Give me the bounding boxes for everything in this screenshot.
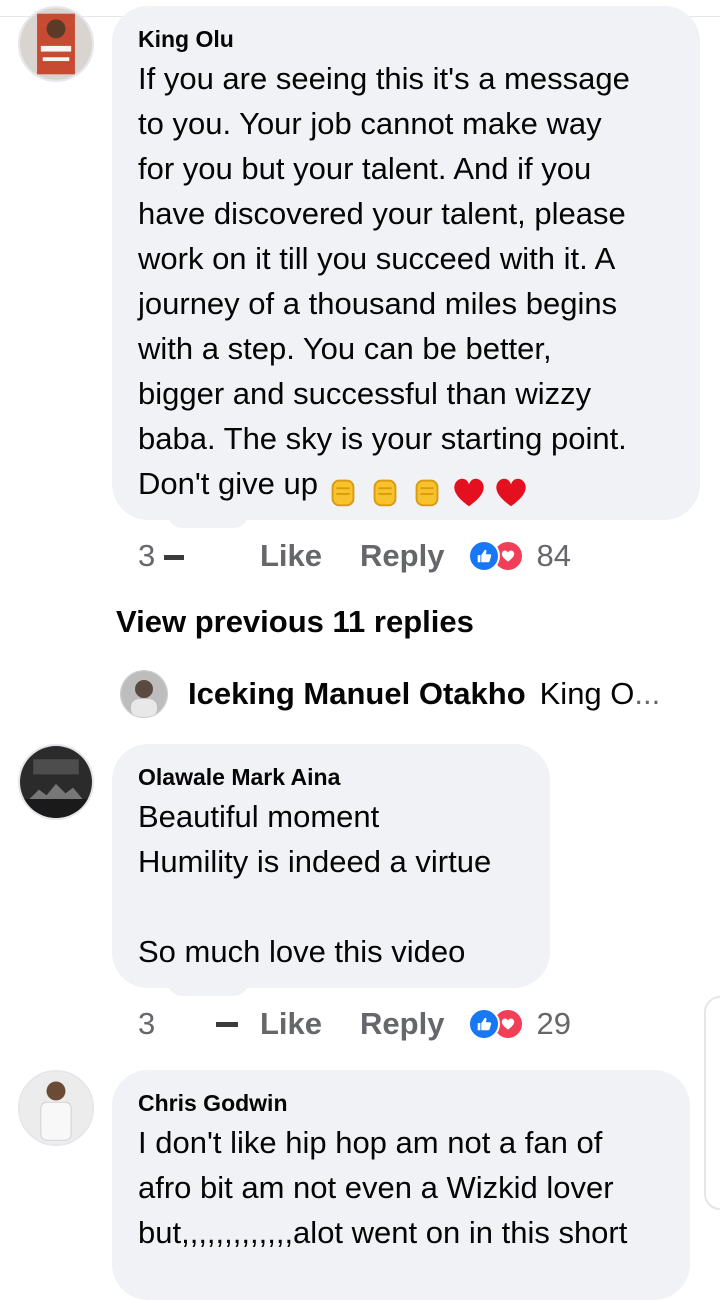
avatar-olawale-mark-aina[interactable] bbox=[18, 744, 94, 820]
side-panel-handle[interactable] bbox=[704, 996, 720, 1210]
red-heart-icon bbox=[454, 478, 484, 507]
avatar-image bbox=[20, 1072, 92, 1144]
reply-dash-icon bbox=[216, 1021, 238, 1027]
comment-text: I don't like hip hop am not a fan of afr… bbox=[138, 1125, 628, 1250]
reply-dash-icon bbox=[163, 555, 184, 561]
comment-author[interactable]: King Olu bbox=[138, 24, 674, 54]
like-button[interactable]: Like bbox=[260, 538, 322, 574]
reaction-count: 84 bbox=[536, 538, 571, 573]
reply-count[interactable]: 3 bbox=[138, 538, 198, 574]
raised-fist-icon bbox=[331, 479, 355, 507]
raised-fist-icon bbox=[373, 479, 397, 507]
bubble-tail bbox=[168, 514, 248, 528]
comment-text: Beautiful moment Humility is indeed a vi… bbox=[138, 799, 492, 969]
reply-preview-snippet: King O bbox=[539, 676, 635, 711]
red-heart-icon bbox=[496, 478, 526, 507]
emoji-row bbox=[324, 467, 534, 512]
comment-bubble: Chris Godwin I don't like hip hop am not… bbox=[112, 1070, 690, 1300]
comment-bubble: Olawale Mark Aina Beautiful moment Humil… bbox=[112, 744, 550, 988]
reply-button[interactable]: Reply bbox=[360, 538, 444, 574]
reply-preview-author: Iceking Manuel Otakho bbox=[188, 676, 526, 711]
avatar-iceking bbox=[120, 670, 168, 718]
comment-text: If you are seeing this it's a message to… bbox=[138, 56, 674, 512]
reply-button[interactable]: Reply bbox=[360, 1006, 444, 1042]
comment-actions: 3 Like Reply 84 bbox=[138, 536, 571, 576]
reactions-summary[interactable]: 84 bbox=[468, 538, 571, 574]
bubble-tail bbox=[168, 982, 248, 996]
avatar-king-olu[interactable] bbox=[18, 6, 94, 82]
reply-count[interactable]: 3 bbox=[138, 1006, 198, 1042]
comment-body: If you are seeing this it's a message to… bbox=[138, 61, 630, 501]
like-button[interactable]: Like bbox=[260, 1006, 322, 1042]
reply-preview-ellipsis: ... bbox=[634, 676, 661, 711]
reply-count-value: 3 bbox=[138, 1006, 156, 1041]
avatar-chris-godwin[interactable] bbox=[18, 1070, 94, 1146]
reply-count-value: 3 bbox=[138, 538, 156, 573]
view-previous-replies[interactable]: View previous 11 replies bbox=[116, 604, 474, 640]
comment-bubble: King Olu If you are seeing this it's a m… bbox=[112, 6, 700, 520]
avatar-image bbox=[20, 8, 92, 80]
comment-actions: 3 Like Reply 29 bbox=[138, 1004, 571, 1044]
comment-author[interactable]: Olawale Mark Aina bbox=[138, 762, 524, 792]
raised-fist-icon bbox=[415, 479, 439, 507]
comment-author[interactable]: Chris Godwin bbox=[138, 1088, 664, 1118]
reply-preview[interactable]: Iceking Manuel Otakho King O... bbox=[120, 668, 660, 720]
reactions-summary[interactable]: 29 bbox=[468, 1006, 571, 1042]
avatar-image bbox=[20, 746, 92, 818]
reaction-count: 29 bbox=[536, 1006, 571, 1041]
